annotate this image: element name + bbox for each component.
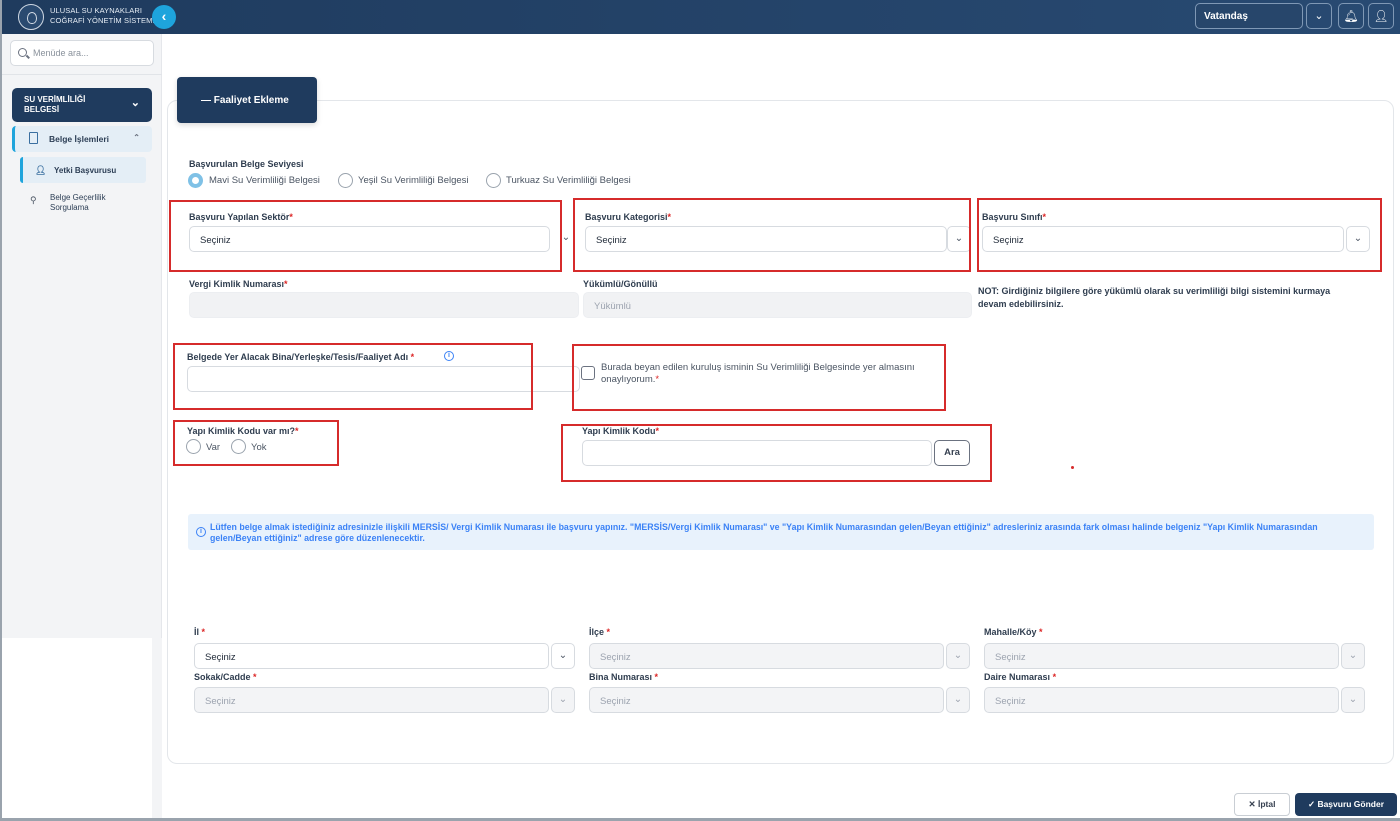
bina-no-select[interactable]: Seçiniz xyxy=(589,687,944,713)
sidebar-item-belge-islemleri[interactable]: Belge İşlemleri ⌃ xyxy=(12,126,152,152)
chevron-down-icon[interactable]: ⌄ xyxy=(1341,687,1365,713)
search-icon: ⚲ xyxy=(30,195,37,205)
yukumlu-input: Yükümlü xyxy=(583,292,972,318)
mahalle-label: Mahalle/Köy * xyxy=(984,627,1043,637)
highlight-box xyxy=(561,424,992,482)
chevron-down-icon[interactable]: ⌄ xyxy=(946,643,970,669)
submit-label: Başvuru Gönder xyxy=(1317,799,1385,809)
top-bar: ULUSAL SU KAYNAKLARI COĞRAFİ YÖNETİM SİS… xyxy=(2,0,1400,34)
required-mark: * xyxy=(201,627,206,637)
required-mark: * xyxy=(654,672,659,682)
highlight-box xyxy=(173,420,339,466)
radio-mavi[interactable] xyxy=(188,173,203,188)
ilce-label: İlçe * xyxy=(589,627,610,637)
belge-seviyesi-label: Başvurulan Belge Seviyesi xyxy=(189,159,304,169)
mahalle-label-text: Mahalle/Köy xyxy=(984,627,1037,637)
daire-no-label: Daire Numarası * xyxy=(984,672,1056,682)
sidebar-item-yetki-basvurusu[interactable]: 👤︎ Yetki Başvurusu xyxy=(20,157,146,183)
sokak-select[interactable]: Seçiniz xyxy=(194,687,549,713)
radio-turkuaz[interactable] xyxy=(486,173,501,188)
required-mark: * xyxy=(606,627,611,637)
sidebar: Menüde ara... SU VERİMLİLİĞİ BELGESİ ⌄ B… xyxy=(2,34,162,638)
highlight-box xyxy=(977,198,1382,272)
sidebar-collapse-button[interactable]: ‹ xyxy=(152,5,176,29)
marker-dot xyxy=(1071,466,1074,469)
il-label: İl * xyxy=(194,627,205,637)
radio-mavi-label: Mavi Su Verimliliği Belgesi xyxy=(209,175,320,186)
highlight-box xyxy=(572,344,946,411)
radio-yesil[interactable] xyxy=(338,173,353,188)
sidebar-item-su-verimliligi[interactable]: SU VERİMLİLİĞİ BELGESİ ⌄ xyxy=(12,88,152,122)
note-text: NOT: Girdiğiniz bilgilere göre yükümlü o… xyxy=(978,286,1331,309)
chevron-up-icon: ⌃ xyxy=(133,133,140,142)
sokak-label-text: Sokak/Cadde xyxy=(194,672,251,682)
vkn-label-text: Vergi Kimlik Numarası xyxy=(189,279,285,289)
required-mark: * xyxy=(253,672,257,682)
document-icon xyxy=(29,132,38,144)
radio-turkuaz-label: Turkuaz Su Verimliliği Belgesi xyxy=(506,175,631,186)
search-placeholder: Menüde ara... xyxy=(33,48,89,58)
menu-sub-label: Belge İşlemleri xyxy=(49,134,110,144)
brand-line-2: COĞRAFİ YÖNETİM SİSTEMİ xyxy=(50,16,155,25)
menu-item-label-line-1: Belge Geçerlilik xyxy=(50,193,106,202)
menu-search-input[interactable]: Menüde ara... xyxy=(10,40,154,66)
yukumlu-label: Yükümlü/Gönüllü xyxy=(583,279,658,289)
required-mark: * xyxy=(1052,672,1057,682)
il-select[interactable]: Seçiniz xyxy=(194,643,549,669)
il-label-text: İl xyxy=(194,627,200,637)
mahalle-select[interactable]: Seçiniz xyxy=(984,643,1339,669)
bina-no-label: Bina Numarası * xyxy=(589,672,658,682)
chevron-down-icon: ⌄ xyxy=(130,97,140,109)
vkn-input[interactable] xyxy=(189,292,579,318)
brand-title: ULUSAL SU KAYNAKLARI COĞRAFİ YÖNETİM SİS… xyxy=(50,6,155,26)
chevron-down-icon[interactable]: ⌄ xyxy=(1306,3,1332,29)
check-icon: ✓ xyxy=(1307,799,1318,809)
radio-yesil-label: Yeşil Su Verimliliği Belgesi xyxy=(358,175,469,186)
highlight-box xyxy=(169,200,562,272)
info-alert: i Lütfen belge almak istediğiniz adresin… xyxy=(188,514,1374,550)
tab-faaliyet-ekleme[interactable]: — Faaliyet Ekleme xyxy=(177,77,317,123)
daire-no-label-text: Daire Numarası xyxy=(984,672,1051,682)
ilce-select[interactable]: Seçiniz xyxy=(589,643,944,669)
menu-item-label-line-2: Sorgulama xyxy=(50,203,89,212)
menu-item-label: Yetki Başvurusu xyxy=(54,166,117,175)
sidebar-footer-area xyxy=(2,638,152,818)
daire-no-select[interactable]: Seçiniz xyxy=(984,687,1339,713)
cancel-label: İptal xyxy=(1258,799,1276,809)
sidebar-item-belge-gecerlilik[interactable]: ⚲ Belge Geçerlilik Sorgulama xyxy=(20,191,146,221)
required-mark: * xyxy=(1039,627,1043,637)
sokak-label: Sokak/Cadde * xyxy=(194,672,257,682)
bina-no-label-text: Bina Numarası xyxy=(589,672,653,682)
info-icon: i xyxy=(196,527,206,537)
role-select[interactable]: Vatandaş xyxy=(1195,3,1303,29)
ilce-label-text: İlçe xyxy=(589,627,605,637)
highlight-box xyxy=(173,343,533,410)
submit-button[interactable]: ✓ Başvuru Gönder xyxy=(1295,793,1397,816)
vkn-label: Vergi Kimlik Numarası* xyxy=(189,279,288,289)
logo xyxy=(18,4,44,30)
bell-icon[interactable]: 🔔︎ xyxy=(1338,3,1364,29)
chevron-down-icon[interactable]: ⌄ xyxy=(946,687,970,713)
chevron-down-icon[interactable]: ⌄ xyxy=(551,687,575,713)
required-mark: * xyxy=(284,279,288,289)
close-icon: ✕ xyxy=(1248,799,1258,809)
search-icon xyxy=(18,48,27,57)
chevron-down-icon[interactable]: ⌄ xyxy=(1341,643,1365,669)
cancel-button[interactable]: ✕ İptal xyxy=(1234,793,1290,816)
info-alert-text: Lütfen belge almak istediğiniz adresiniz… xyxy=(210,522,1318,543)
divider xyxy=(2,74,162,75)
highlight-box xyxy=(573,198,971,272)
brand-line-1: ULUSAL SU KAYNAKLARI xyxy=(50,6,143,15)
user-icon[interactable]: 👤︎ xyxy=(1368,3,1394,29)
chevron-down-icon[interactable]: ⌄ xyxy=(551,643,575,669)
user-icon: 👤︎ xyxy=(35,165,47,175)
